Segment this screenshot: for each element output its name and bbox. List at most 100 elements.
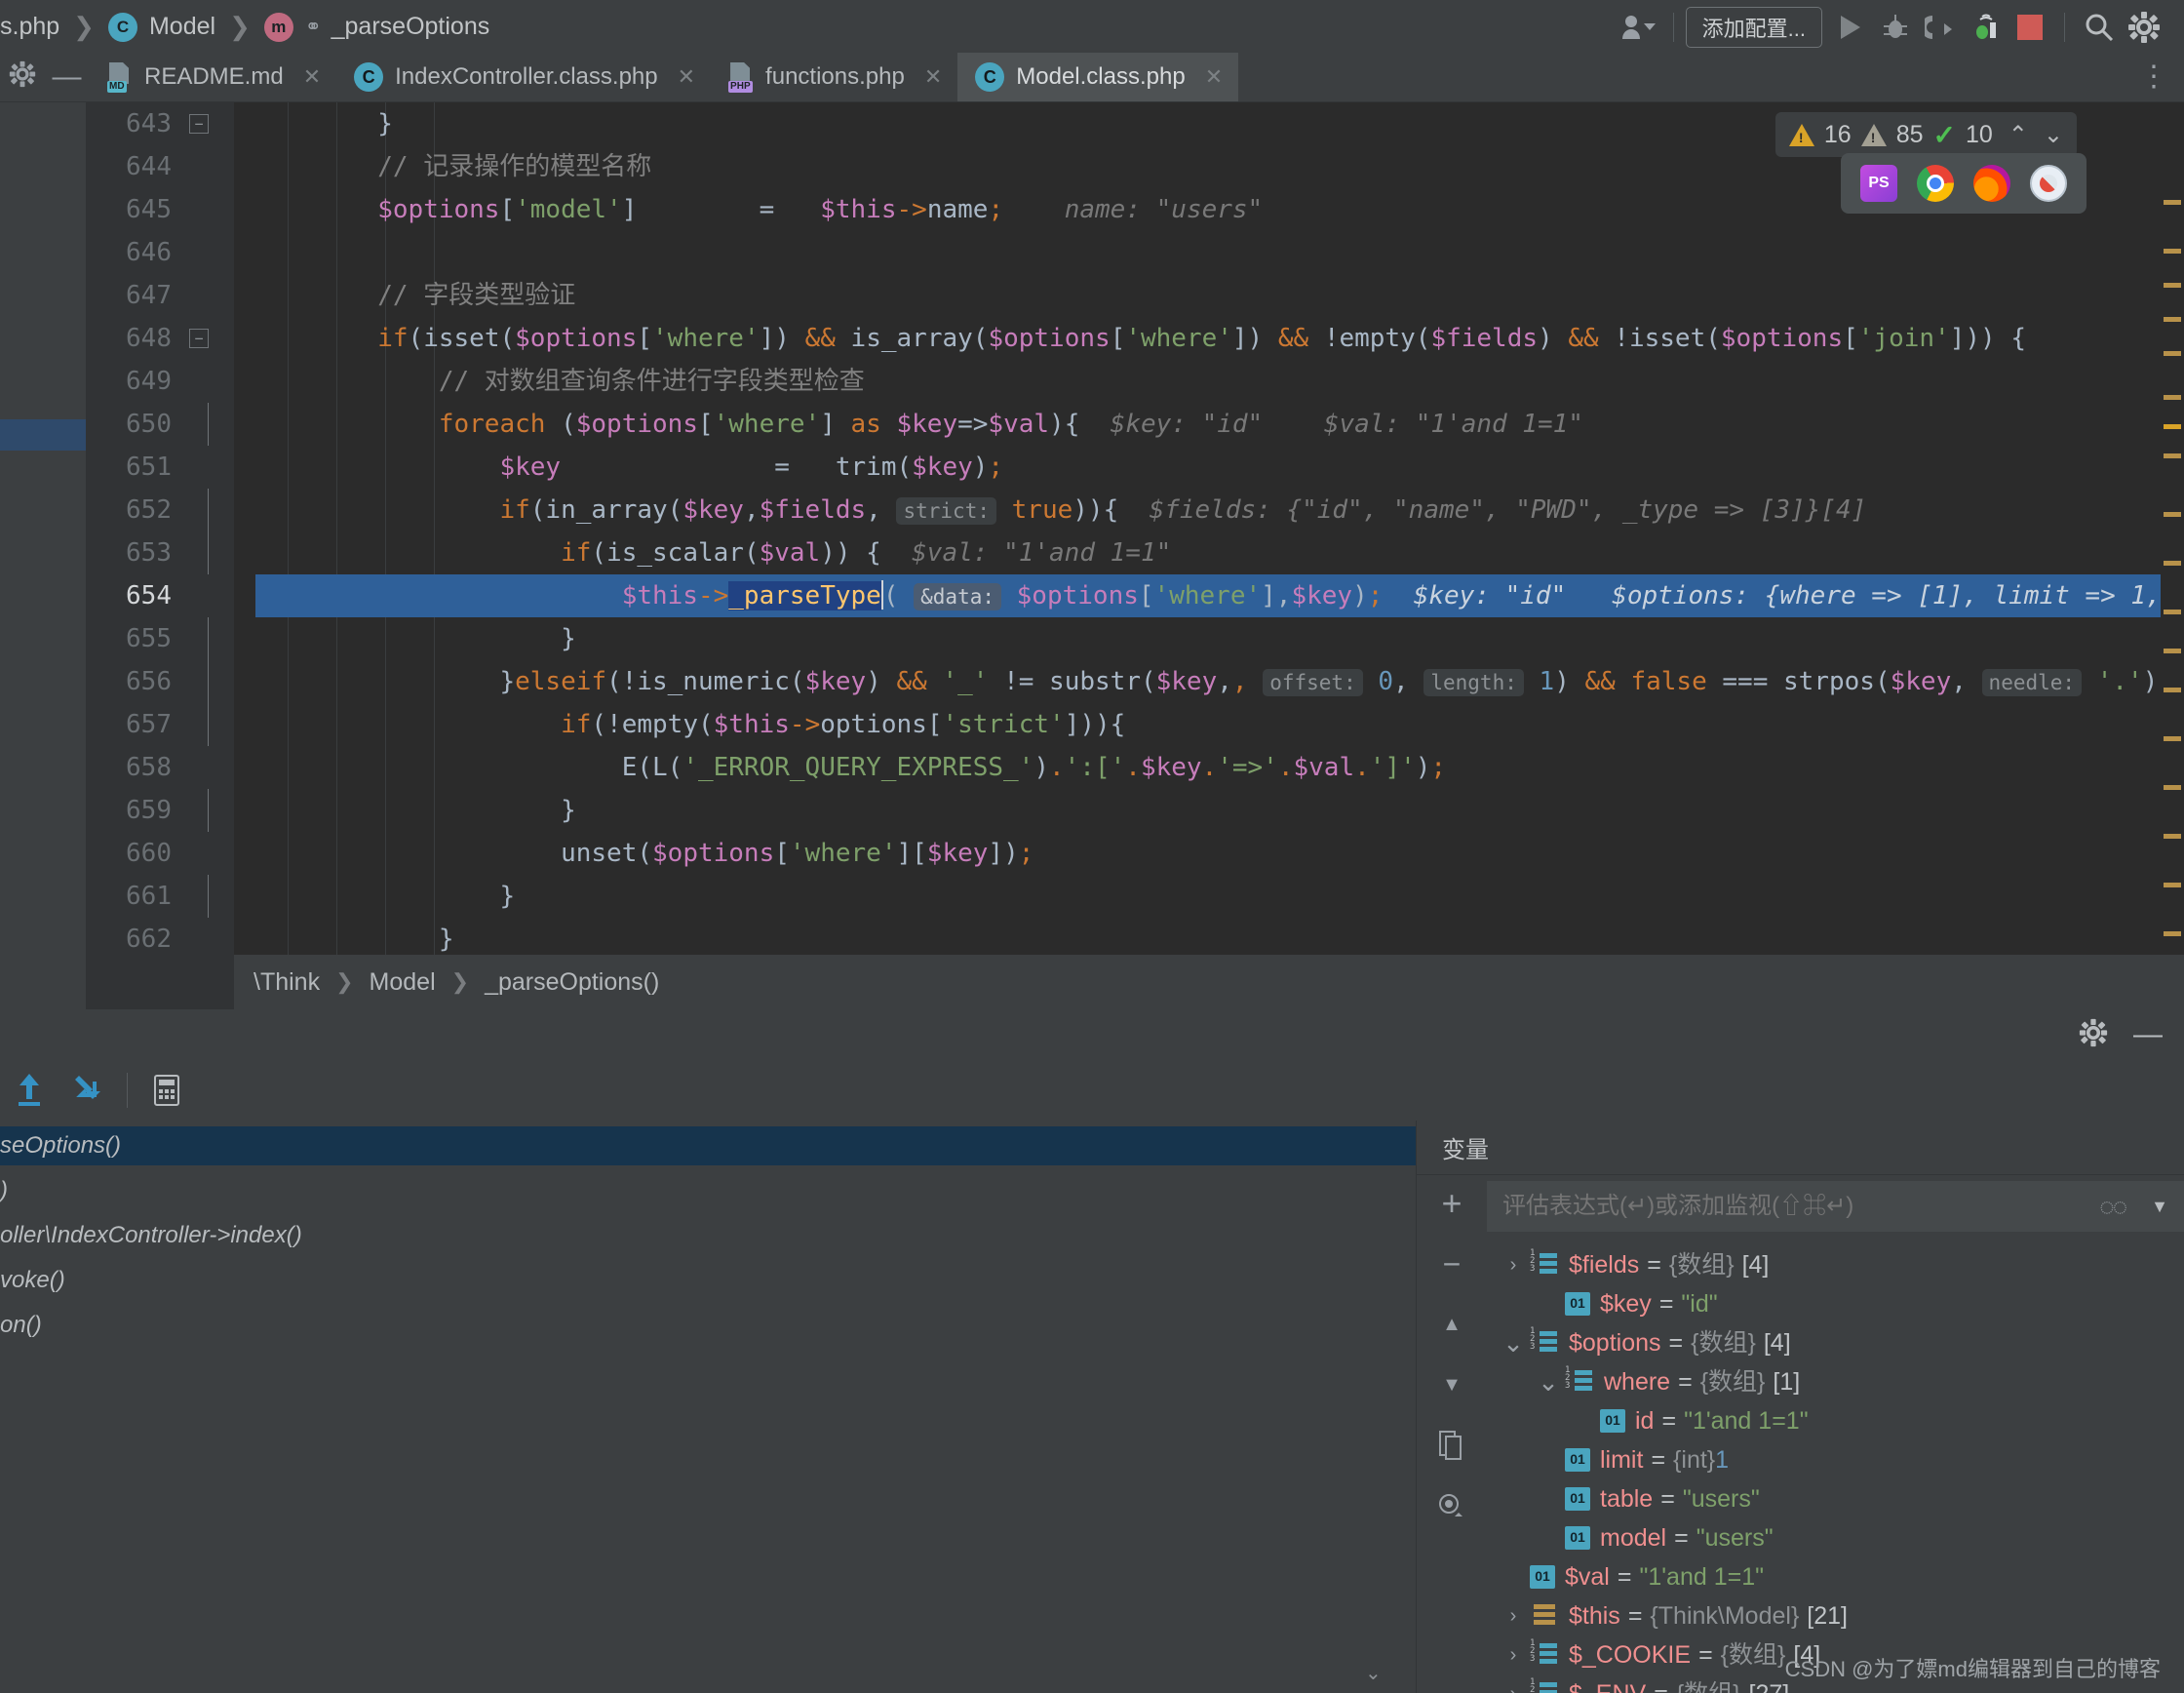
- code-line-655[interactable]: }: [255, 617, 2184, 660]
- error-stripe-mark[interactable]: [2164, 283, 2181, 288]
- fold-toggle-icon[interactable]: [208, 532, 209, 574]
- variable-row[interactable]: 01id="1'and 1=1": [1487, 1401, 2184, 1440]
- frame-row[interactable]: voke(): [0, 1261, 1416, 1300]
- error-stripe-mark[interactable]: [2164, 424, 2181, 429]
- fold-toggle-icon[interactable]: −: [189, 329, 209, 348]
- settings-gear-icon[interactable]: [2079, 1018, 2108, 1052]
- breadcrumb-item-method[interactable]: _parseOptions: [332, 13, 490, 41]
- fold-toggle-icon[interactable]: −: [189, 114, 209, 134]
- code-line-653[interactable]: if(is_scalar($val)) { $val: "1'and 1=1": [255, 532, 2184, 574]
- add-configuration-button[interactable]: 添加配置...: [1686, 7, 1822, 48]
- variable-row[interactable]: 01$val="1'and 1=1": [1487, 1557, 2184, 1596]
- gutter-row-646[interactable]: 646: [86, 231, 234, 274]
- error-stripe-mark[interactable]: [2164, 453, 2181, 458]
- chevron-right-icon[interactable]: ›: [1497, 1596, 1530, 1635]
- gutter-row-650[interactable]: 650: [86, 403, 234, 446]
- code-line-661[interactable]: }: [255, 875, 2184, 918]
- evaluate-expression-icon[interactable]: [137, 1060, 196, 1121]
- code-line-650[interactable]: foreach ($options['where'] as $key=>$val…: [255, 403, 2184, 446]
- error-stripe-mark[interactable]: [2164, 351, 2181, 356]
- code-line-659[interactable]: }: [255, 789, 2184, 832]
- fold-toggle-icon[interactable]: [208, 789, 209, 832]
- variable-row[interactable]: ⌄$options={数组}[4]: [1487, 1323, 2184, 1362]
- code-line-654[interactable]: $this->_parseType( &data: $options['wher…: [255, 574, 2184, 617]
- frames-list[interactable]: seOptions())oller\IndexController->index…: [0, 1121, 1416, 1693]
- user-dropdown-icon[interactable]: [1617, 5, 1661, 50]
- step-into-icon[interactable]: [58, 1060, 117, 1121]
- gutter-row-661[interactable]: 661: [86, 875, 234, 918]
- frame-row[interactable]: seOptions(): [0, 1126, 1416, 1165]
- add-watch-icon[interactable]: +: [1429, 1183, 1474, 1224]
- watch-input[interactable]: [1502, 1193, 2099, 1220]
- breadcrumb-item-class[interactable]: Model: [149, 13, 215, 41]
- variable-row[interactable]: 01table="users": [1487, 1479, 2184, 1518]
- chevron-right-icon[interactable]: ›: [1497, 1245, 1530, 1284]
- code-line-652[interactable]: if(in_array($key,$fields, strict: true))…: [255, 489, 2184, 532]
- evaluate-expression-bar[interactable]: ◌◌ ▼: [1487, 1181, 2184, 1232]
- code-line-647[interactable]: // 字段类型验证: [255, 274, 2184, 317]
- chevron-down-icon[interactable]: ▼: [2151, 1197, 2168, 1217]
- chevron-down-icon[interactable]: ⌄: [1497, 1323, 1530, 1362]
- step-out-icon[interactable]: [0, 1060, 58, 1121]
- breadcrumb-namespace[interactable]: \Think: [254, 968, 320, 997]
- gutter-row-651[interactable]: 651: [86, 446, 234, 489]
- chrome-icon[interactable]: [1917, 165, 1954, 202]
- gutter-row-657[interactable]: 657: [86, 703, 234, 746]
- gutter-row-645[interactable]: 645: [86, 188, 234, 231]
- close-icon[interactable]: ✕: [924, 64, 942, 90]
- safari-icon[interactable]: [2030, 165, 2067, 202]
- gutter-row-656[interactable]: 656: [86, 660, 234, 703]
- editor-left-stripe[interactable]: [0, 102, 86, 1009]
- frame-row[interactable]: ): [0, 1171, 1416, 1210]
- move-down-icon[interactable]: ▼: [1429, 1364, 1474, 1405]
- browser-preview-popup[interactable]: PS: [1841, 153, 2086, 214]
- search-icon[interactable]: [2077, 5, 2122, 50]
- tab-indexcontroller-class-php[interactable]: C IndexController.class.php ✕: [336, 53, 711, 101]
- code-line-657[interactable]: if(!empty($this->options['strict'])){: [255, 703, 2184, 746]
- error-stripe-mark[interactable]: [2164, 883, 2181, 887]
- error-stripe-mark[interactable]: [2164, 561, 2181, 566]
- phpstorm-icon[interactable]: PS: [1860, 165, 1897, 202]
- fold-toggle-icon[interactable]: [208, 489, 209, 532]
- gutter-row-655[interactable]: 655: [86, 617, 234, 660]
- variable-row[interactable]: 01model="users": [1487, 1518, 2184, 1557]
- code-line-651[interactable]: $key = trim($key);: [255, 446, 2184, 489]
- fold-toggle-icon[interactable]: [208, 703, 209, 746]
- watch-eye-icon[interactable]: [1429, 1485, 1474, 1526]
- copy-icon[interactable]: [1429, 1425, 1474, 1466]
- breadcrumb-method[interactable]: _parseOptions(): [485, 968, 659, 997]
- code-line-646[interactable]: [255, 231, 2184, 274]
- close-icon[interactable]: ✕: [678, 64, 695, 90]
- chevron-up-icon[interactable]: ⌃: [2008, 121, 2028, 149]
- code-line-656[interactable]: }elseif(!is_numeric($key) && '_' != subs…: [255, 660, 2184, 703]
- remove-watch-icon[interactable]: −: [1429, 1243, 1474, 1284]
- settings-gear-icon[interactable]: [2122, 5, 2166, 50]
- error-stripe-mark[interactable]: [2164, 931, 2181, 936]
- code-lines[interactable]: } // 记录操作的模型名称 $options['model'] = $this…: [234, 102, 2184, 961]
- chevron-right-icon[interactable]: ›: [1497, 1674, 1530, 1693]
- fold-toggle-icon[interactable]: [208, 660, 209, 703]
- gutter-row-654[interactable]: 654: [86, 574, 234, 617]
- error-stripe-mark[interactable]: [2164, 395, 2181, 400]
- gutter-row-660[interactable]: 660: [86, 832, 234, 875]
- run-icon[interactable]: [1828, 5, 1873, 50]
- close-icon[interactable]: ✕: [1205, 64, 1223, 90]
- close-icon[interactable]: ✕: [303, 64, 321, 90]
- error-stripe-mark[interactable]: [2164, 610, 2181, 614]
- chevron-down-icon[interactable]: ⌄: [2044, 121, 2063, 149]
- error-stripe-scrollbar[interactable]: [2161, 102, 2184, 1009]
- gutter-row-652[interactable]: 652: [86, 489, 234, 532]
- hide-window-icon[interactable]: —: [2133, 1030, 2163, 1040]
- variable-row[interactable]: ›$fields={数组}[4]: [1487, 1245, 2184, 1284]
- chevron-down-icon[interactable]: ⌄: [1532, 1362, 1565, 1401]
- history-icon[interactable]: ◌◌: [2099, 1192, 2126, 1222]
- gutter-row-658[interactable]: 658: [86, 746, 234, 789]
- tab-model-class-php[interactable]: C Model.class.php ✕: [957, 53, 1238, 101]
- frame-row[interactable]: on(): [0, 1306, 1416, 1345]
- code-line-649[interactable]: // 对数组查询条件进行字段类型检查: [255, 360, 2184, 403]
- error-stripe-mark[interactable]: [2164, 512, 2181, 517]
- chevron-down-icon[interactable]: ⌄: [1365, 1661, 1382, 1685]
- error-stripe-mark[interactable]: [2164, 785, 2181, 790]
- error-stripe-mark[interactable]: [2164, 317, 2181, 322]
- error-stripe-mark[interactable]: [2164, 736, 2181, 741]
